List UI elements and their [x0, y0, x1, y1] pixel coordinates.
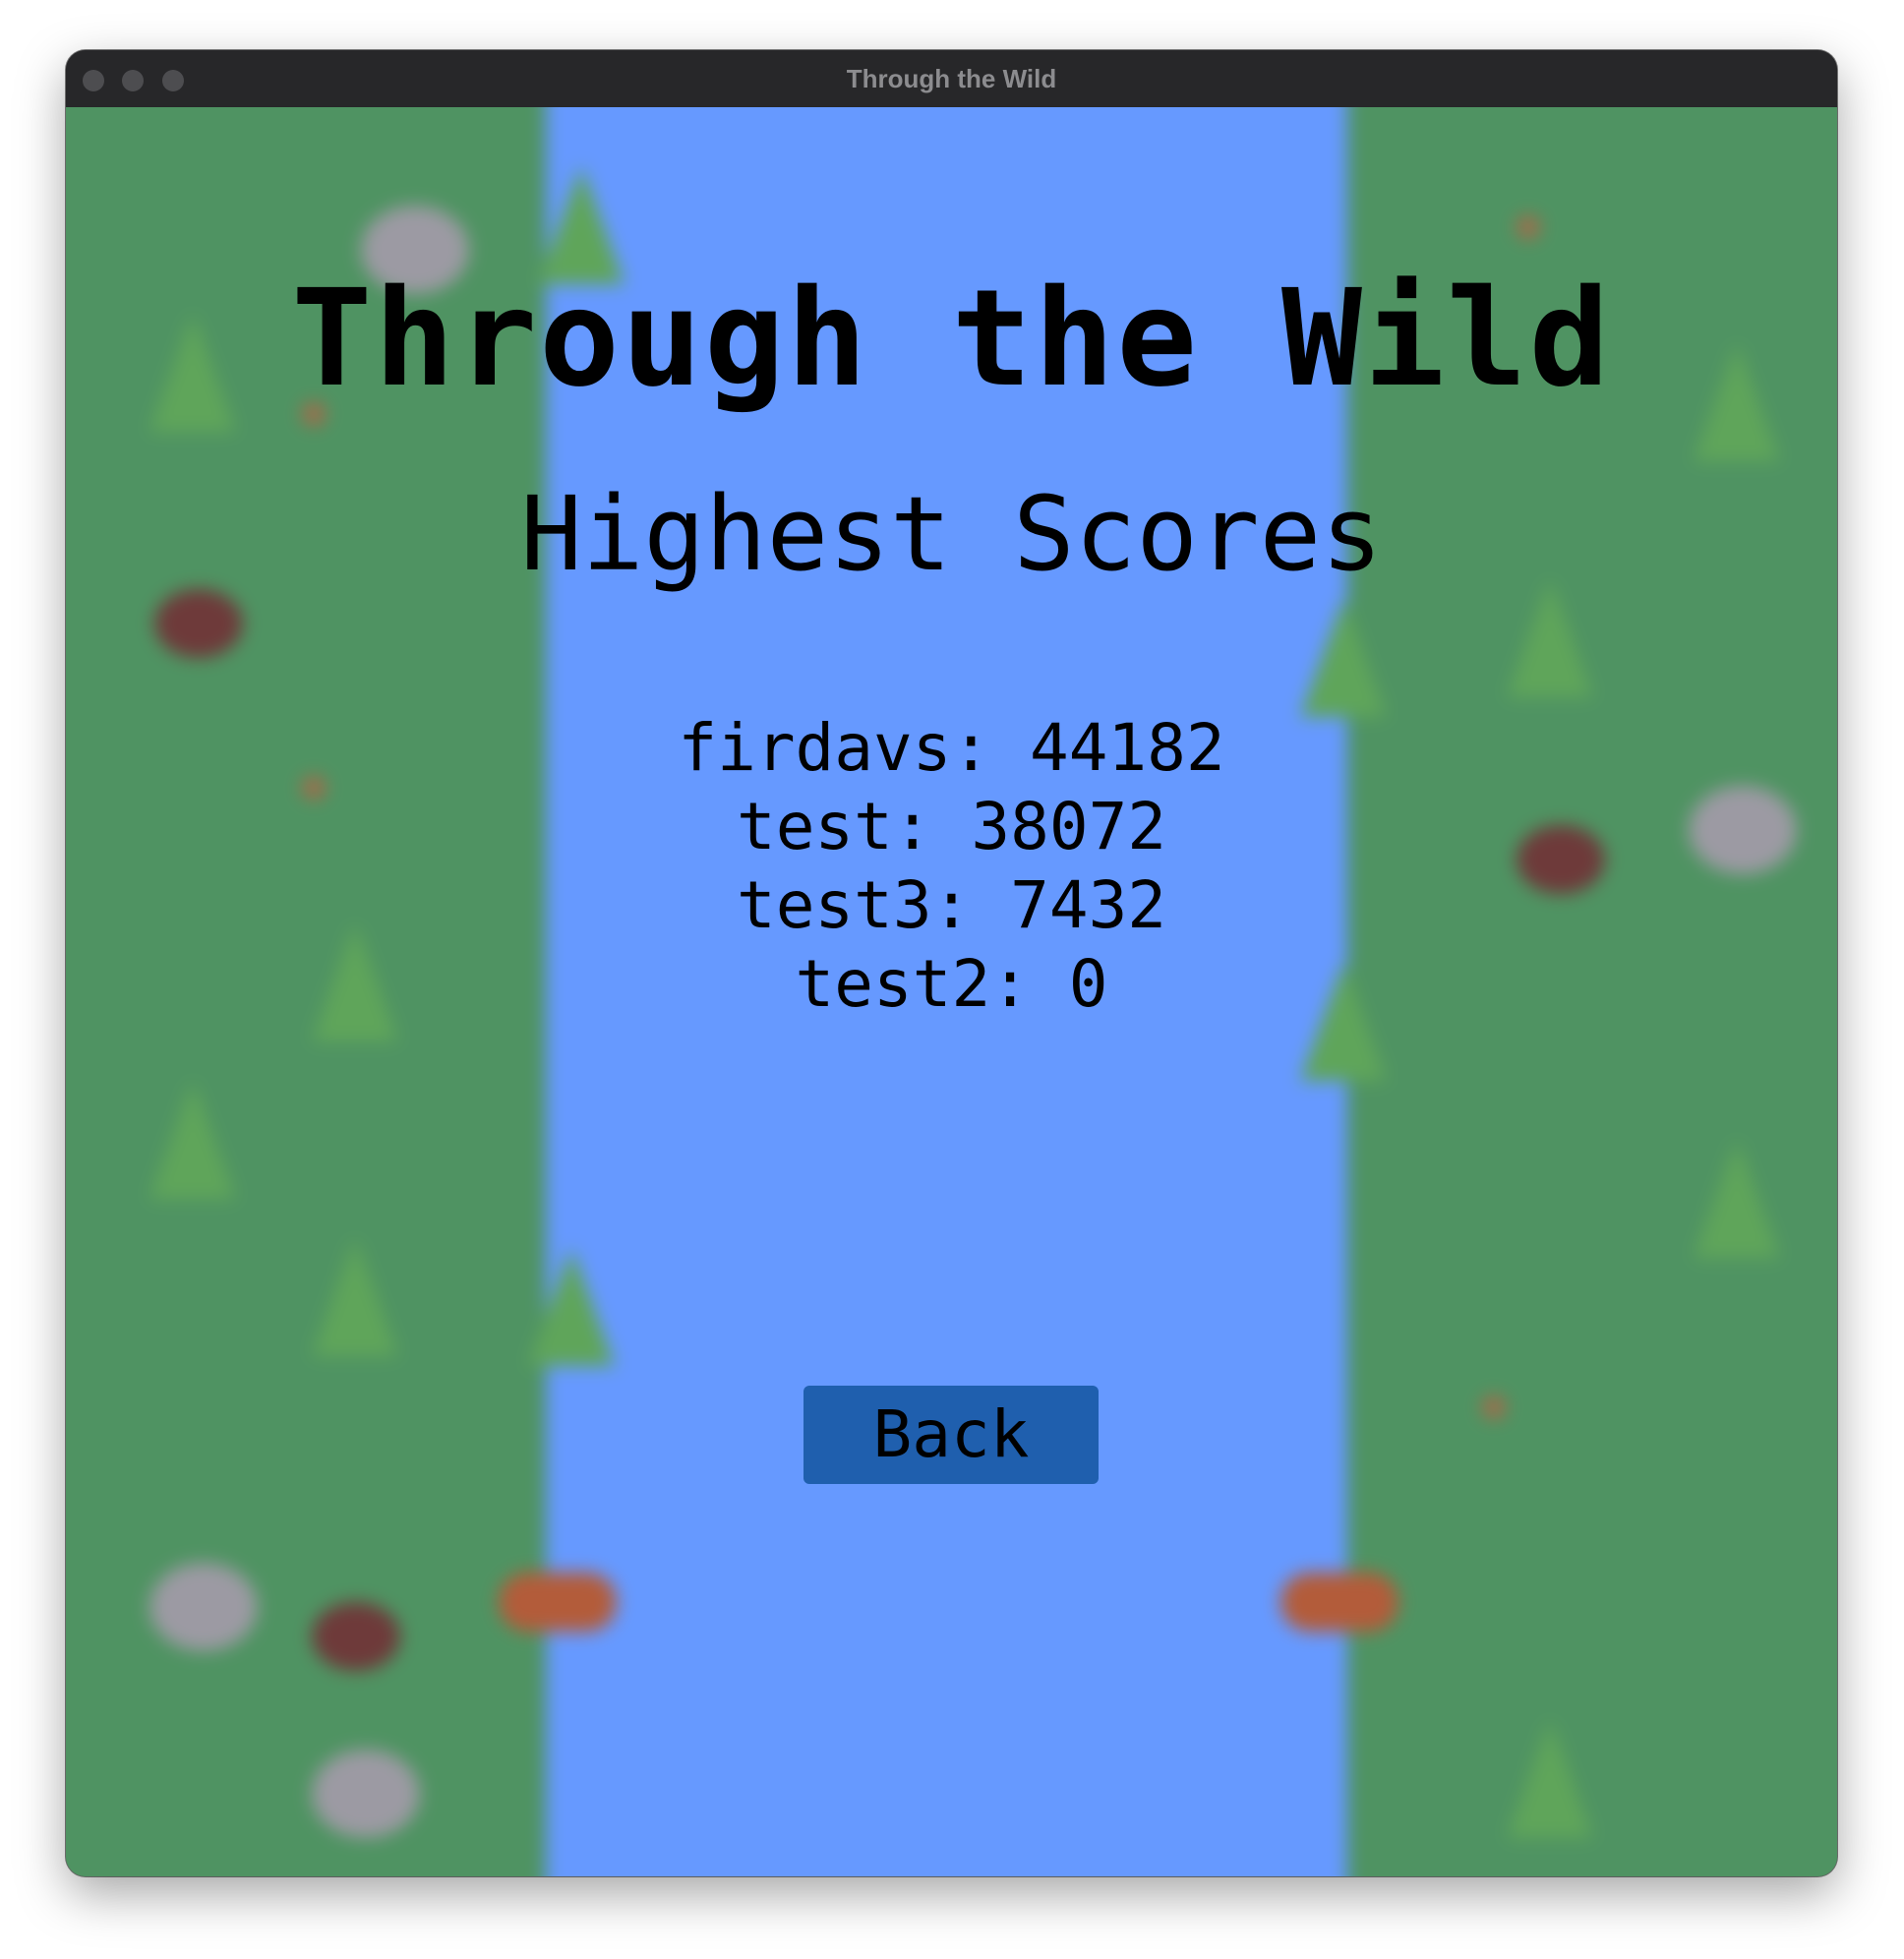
flower-sprite	[1482, 1395, 1506, 1419]
rock-sprite	[312, 1750, 420, 1838]
app-window: Through the Wild Through the Wild Highes…	[66, 50, 1837, 1876]
score-entry: test: 38072	[736, 789, 1167, 864]
tree-sprite	[1300, 599, 1387, 717]
log-sprite	[1280, 1573, 1398, 1632]
high-scores-list: firdavs: 44182 test: 38072 test3: 7432 t…	[66, 709, 1837, 1024]
log-sprite	[499, 1573, 617, 1632]
tree-sprite	[312, 1238, 398, 1356]
tree-sprite	[528, 1248, 615, 1366]
score-entry: test3: 7432	[736, 867, 1167, 943]
rock-sprite	[149, 1563, 258, 1651]
score-entry: firdavs: 44182	[678, 710, 1225, 786]
window-title: Through the Wild	[846, 64, 1057, 93]
title-bar[interactable]: Through the Wild	[66, 50, 1837, 107]
game-canvas: Through the Wild Highest Scores firdavs:…	[66, 107, 1837, 1876]
tree-sprite	[149, 1081, 236, 1199]
bush-sprite	[312, 1602, 400, 1671]
bush-sprite	[154, 589, 243, 658]
tree-sprite	[1507, 579, 1593, 697]
game-title: Through the Wild	[291, 262, 1612, 417]
highest-scores-heading: Highest Scores	[520, 474, 1383, 594]
tree-sprite	[1694, 1140, 1780, 1258]
tree-sprite	[1507, 1720, 1593, 1838]
flower-sprite	[1517, 215, 1540, 239]
score-entry: test2: 0	[795, 946, 1108, 1022]
back-button[interactable]: Back	[803, 1386, 1099, 1484]
